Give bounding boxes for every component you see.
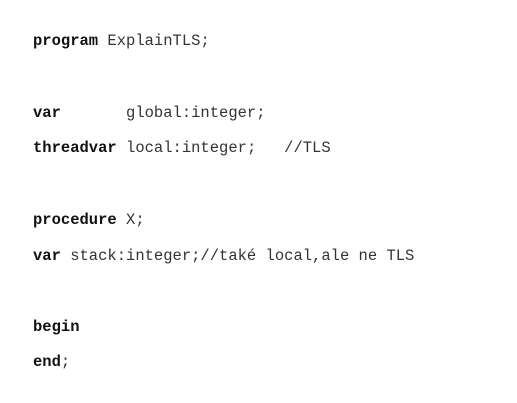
code-text: X; [116, 211, 145, 229]
code-line: program ExplainTLS; [33, 32, 210, 50]
code-keyword: program [33, 32, 99, 50]
code-keyword: procedure [33, 211, 117, 229]
code-keyword: var [33, 104, 61, 122]
code-line: var stack:integer;//také local,ale ne TL… [33, 247, 414, 265]
code-text: global:integer; [60, 104, 266, 122]
code-keyword: var [33, 247, 61, 265]
code-line: procedure X; [33, 211, 145, 229]
code-keyword: end [33, 353, 61, 371]
code-text: ExplainTLS; [98, 32, 210, 50]
code-line: begin [33, 318, 80, 336]
code-text: local:integer; //TLS [116, 139, 331, 157]
code-text: ; [60, 353, 71, 371]
code-line: end; [33, 353, 70, 371]
code-line: var global:integer; [33, 104, 266, 122]
code-text: stack:integer;//také local,ale ne TLS [60, 247, 415, 265]
code-keyword: begin [33, 318, 80, 336]
code-line: threadvar local:integer; //TLS [33, 139, 331, 157]
code-keyword: threadvar [33, 139, 117, 157]
